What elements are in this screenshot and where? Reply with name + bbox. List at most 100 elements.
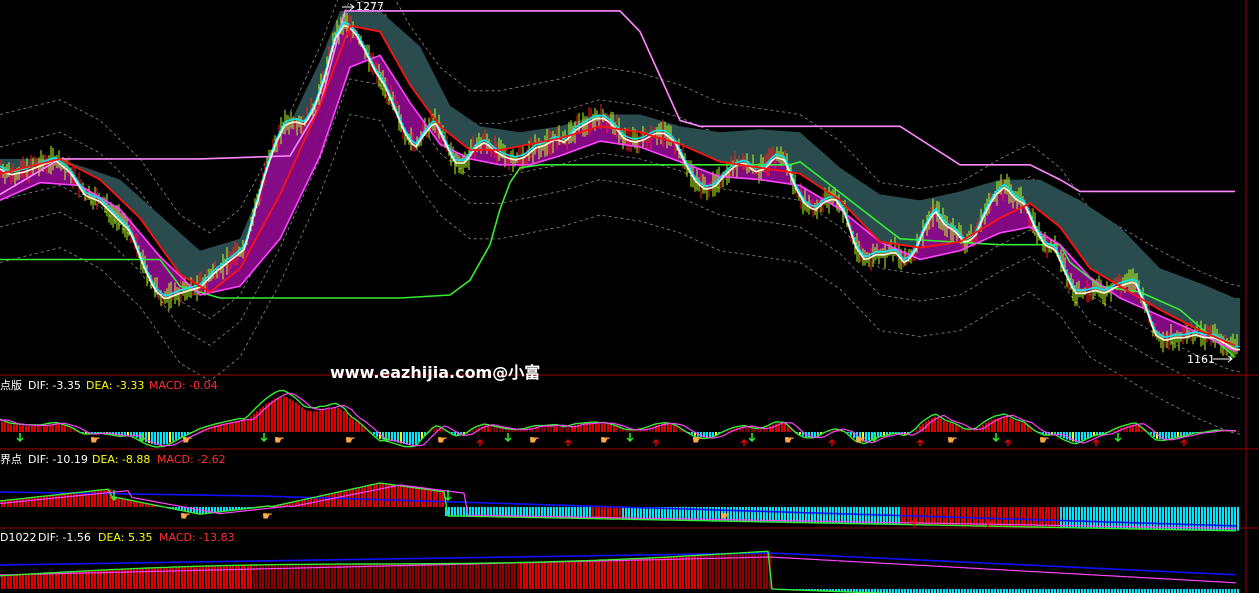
macd1-bar bbox=[1012, 419, 1014, 432]
macd3-bar bbox=[55, 572, 57, 589]
macd2-bar bbox=[1204, 507, 1206, 531]
macd3-bar bbox=[601, 560, 603, 589]
macd1-bar bbox=[268, 402, 270, 432]
macd3-bar bbox=[472, 563, 474, 589]
macd2-bar bbox=[979, 507, 981, 526]
macd2-bar bbox=[772, 507, 774, 522]
macd2-bar bbox=[451, 507, 453, 516]
macd3-bar bbox=[925, 589, 927, 593]
macd3-bar bbox=[565, 561, 567, 589]
macd1-bar bbox=[1006, 416, 1008, 432]
macd3-bar bbox=[451, 563, 453, 589]
macd2-bar bbox=[1135, 507, 1137, 529]
macd3-bar bbox=[688, 555, 690, 589]
macd1-bar bbox=[664, 424, 666, 432]
macd3-bar bbox=[223, 565, 225, 589]
macd2-bar bbox=[952, 507, 954, 526]
macd2-bar bbox=[1090, 507, 1092, 529]
macd3-bar bbox=[217, 565, 219, 589]
macd1-bar bbox=[772, 424, 774, 432]
macd2-bar bbox=[373, 484, 375, 507]
macd1-bar bbox=[4, 422, 6, 432]
macd2-bar bbox=[28, 497, 30, 507]
macd2-bar bbox=[46, 496, 48, 507]
macd3-bar bbox=[652, 557, 654, 589]
macd3-bar bbox=[478, 563, 480, 589]
macd3-bar bbox=[511, 562, 513, 589]
macd3-bar bbox=[670, 556, 672, 589]
macd3-bar bbox=[880, 589, 882, 593]
macd1-bar bbox=[955, 424, 957, 432]
macd3-bar bbox=[592, 560, 594, 589]
macd2-bar bbox=[1072, 507, 1074, 528]
macd1-bar bbox=[958, 426, 960, 432]
macd1-bar bbox=[325, 410, 327, 432]
macd3-bar bbox=[628, 558, 630, 589]
macd1-bar bbox=[412, 432, 414, 445]
macd3-bar bbox=[475, 563, 477, 589]
macd3-bar bbox=[520, 562, 522, 589]
macd2-bar bbox=[760, 507, 762, 522]
macd1-bar bbox=[784, 423, 786, 432]
macd1-bar bbox=[1087, 432, 1089, 438]
macd1-bar bbox=[253, 413, 255, 432]
macd3-bar bbox=[52, 572, 54, 589]
macd3-bar bbox=[586, 560, 588, 589]
macd1-bar bbox=[1153, 432, 1155, 437]
macd3-bar bbox=[1141, 589, 1143, 593]
macd2-bar bbox=[40, 496, 42, 507]
macd2-bar bbox=[967, 507, 969, 526]
macd2-bar bbox=[1210, 507, 1212, 531]
macd3-bar bbox=[1120, 589, 1122, 593]
macd3-bar bbox=[619, 559, 621, 589]
buy-hand-icon: ☛ bbox=[855, 433, 866, 447]
macd1-bar bbox=[928, 419, 930, 432]
macd3-bar bbox=[1, 575, 3, 589]
macd3-bar bbox=[907, 589, 909, 593]
macd2-bar bbox=[34, 497, 36, 507]
macd3-bar bbox=[655, 557, 657, 589]
buy-hand-icon: ☛ bbox=[784, 433, 795, 447]
macd3-bar bbox=[1156, 589, 1158, 593]
macd2-bar bbox=[52, 495, 54, 507]
macd3-bar bbox=[1144, 589, 1146, 593]
macd1-bar bbox=[250, 416, 252, 432]
macd3-bar bbox=[598, 560, 600, 589]
macd3-bar bbox=[661, 557, 663, 589]
macd3-dif-label: DIF: -1.56 bbox=[38, 531, 91, 544]
macd2-bar bbox=[355, 488, 357, 507]
macd2-bar bbox=[958, 507, 960, 526]
macd3-bar bbox=[934, 589, 936, 593]
macd1-bar bbox=[1171, 432, 1173, 438]
macd3-bar bbox=[970, 589, 972, 593]
macd2-bar bbox=[823, 507, 825, 523]
macd3-bar bbox=[1102, 589, 1104, 593]
macd1-bar bbox=[940, 419, 942, 432]
macd3-bar bbox=[529, 562, 531, 589]
macd2-bar bbox=[820, 507, 822, 523]
macd2-bar bbox=[970, 507, 972, 526]
macd3-bar bbox=[34, 573, 36, 589]
macd1-bar bbox=[169, 432, 171, 443]
macd3-bar bbox=[910, 589, 912, 593]
macd2-bar bbox=[193, 507, 195, 513]
macd1-bar bbox=[781, 423, 783, 432]
macd3-bar bbox=[703, 555, 705, 589]
macd3-bar bbox=[1231, 589, 1233, 593]
macd3-bar bbox=[1009, 589, 1011, 593]
macd1-bar bbox=[757, 428, 759, 432]
macd1-bar bbox=[244, 420, 246, 432]
macd1-bar bbox=[607, 424, 609, 433]
macd3-bar bbox=[1015, 589, 1017, 593]
macd3-bar bbox=[328, 564, 330, 589]
macd2-bar bbox=[55, 495, 57, 507]
price-low-label: 1161 bbox=[1187, 353, 1215, 366]
macd2-bar bbox=[331, 493, 333, 507]
macd3-bar bbox=[556, 561, 558, 589]
macd3-bar bbox=[331, 564, 333, 589]
macd1-bar bbox=[163, 432, 165, 445]
macd3-bar bbox=[190, 566, 192, 589]
macd3-bar bbox=[946, 589, 948, 593]
macd3-bar bbox=[1036, 589, 1038, 593]
macd3-bar bbox=[337, 564, 339, 589]
